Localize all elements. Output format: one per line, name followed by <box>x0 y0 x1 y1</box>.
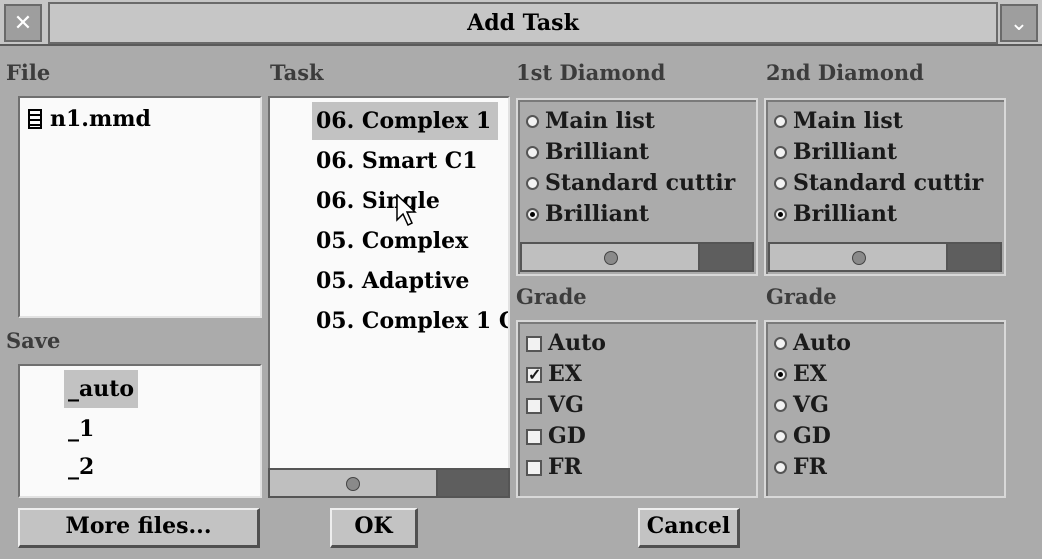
grade2-option-auto[interactable]: Auto <box>774 328 851 359</box>
grade2-option-vg[interactable]: VG <box>774 390 829 421</box>
grade2-group: Auto EX VG GD FR <box>764 320 1006 498</box>
diamond2-scrollbar[interactable] <box>768 242 1002 272</box>
document-icon <box>28 109 42 129</box>
save-item-auto[interactable]: _auto <box>64 370 139 408</box>
file-item[interactable]: n1.mmd <box>28 100 151 138</box>
file-label: File <box>6 60 51 85</box>
radio-icon <box>774 115 787 128</box>
close-button[interactable]: ✕ <box>4 4 42 42</box>
window-menu-button[interactable]: ⌄ <box>1000 4 1038 42</box>
grade2-label: Grade <box>766 284 837 309</box>
cancel-button[interactable]: Cancel <box>638 508 740 548</box>
close-icon: ✕ <box>13 10 33 36</box>
save-item-2[interactable]: _2 <box>68 448 94 486</box>
save-label: Save <box>6 328 61 353</box>
grade1-option-ex[interactable]: ✓ EX <box>526 359 582 390</box>
diamond2-option[interactable]: Standard cuttir <box>774 168 1004 199</box>
task-item[interactable]: 06. Single <box>316 182 440 220</box>
task-list[interactable]: 06. Complex 1 06. Smart C1 06. Single 05… <box>268 96 510 498</box>
window-title: Add Task <box>48 2 998 44</box>
grade1-option-fr[interactable]: FR <box>526 452 582 483</box>
grade2-option-fr[interactable]: FR <box>774 452 827 483</box>
radio-selected-icon <box>526 208 539 221</box>
task-item-selected[interactable]: 06. Complex 1 <box>312 102 498 140</box>
radio-icon <box>774 461 787 474</box>
grip-icon <box>852 251 866 265</box>
file-list[interactable]: n1.mmd <box>18 96 262 318</box>
radio-icon <box>774 399 787 412</box>
radio-icon <box>526 115 539 128</box>
diamond1-label: 1st Diamond <box>516 60 666 85</box>
checkbox-icon <box>526 397 542 414</box>
task-item[interactable]: 05. Complex 1 C <box>316 302 508 340</box>
diamond2-label: 2nd Diamond <box>766 60 924 85</box>
task-item[interactable]: 06. Smart C1 <box>316 142 478 180</box>
diamond1-option[interactable]: Main list <box>526 106 655 137</box>
ok-button[interactable]: OK <box>330 508 418 548</box>
title-bar: ✕ Add Task ⌄ <box>0 0 1042 46</box>
grade1-label: Grade <box>516 284 587 309</box>
task-item[interactable]: 05. Adaptive <box>316 262 469 300</box>
grade2-option-ex[interactable]: EX <box>774 359 827 390</box>
radio-icon <box>526 177 539 190</box>
grip-icon <box>346 477 360 491</box>
radio-icon <box>774 177 787 190</box>
radio-selected-icon <box>774 368 787 381</box>
diamond1-scrollbar[interactable] <box>520 242 754 272</box>
task-item[interactable]: 05. Complex <box>316 222 468 260</box>
save-item-1[interactable]: _1 <box>68 410 94 448</box>
checkbox-icon <box>526 428 542 445</box>
task-scrollbar[interactable] <box>268 468 510 498</box>
grade1-group: Auto ✓ EX VG GD FR <box>516 320 758 498</box>
radio-icon <box>774 146 787 159</box>
task-label: Task <box>270 60 324 85</box>
radio-icon <box>774 430 787 443</box>
radio-icon <box>774 337 787 350</box>
checkbox-checked-icon: ✓ <box>526 364 542 384</box>
diamond1-option-selected[interactable]: Brilliant <box>526 199 649 230</box>
grade1-option-auto[interactable]: Auto <box>526 328 606 359</box>
diamond1-option[interactable]: Standard cuttir <box>526 168 756 199</box>
grade1-option-vg[interactable]: VG <box>526 390 584 421</box>
mouse-cursor-icon <box>396 194 417 227</box>
more-files-button[interactable]: More files... <box>18 508 260 548</box>
radio-icon <box>526 146 539 159</box>
grip-icon <box>604 251 618 265</box>
grade1-option-gd[interactable]: GD <box>526 421 586 452</box>
diamond2-option[interactable]: Main list <box>774 106 903 137</box>
diamond1-option[interactable]: Brilliant <box>526 137 649 168</box>
radio-selected-icon <box>774 208 787 221</box>
checkbox-icon <box>526 459 542 476</box>
checkbox-icon <box>526 335 542 352</box>
grade2-option-gd[interactable]: GD <box>774 421 831 452</box>
diamond2-option[interactable]: Brilliant <box>774 137 897 168</box>
diamond2-option-selected[interactable]: Brilliant <box>774 199 897 230</box>
save-list[interactable]: _auto _1 _2 <box>18 364 262 498</box>
chevron-down-icon: ⌄ <box>1009 10 1029 36</box>
file-item-label: n1.mmd <box>50 106 151 132</box>
